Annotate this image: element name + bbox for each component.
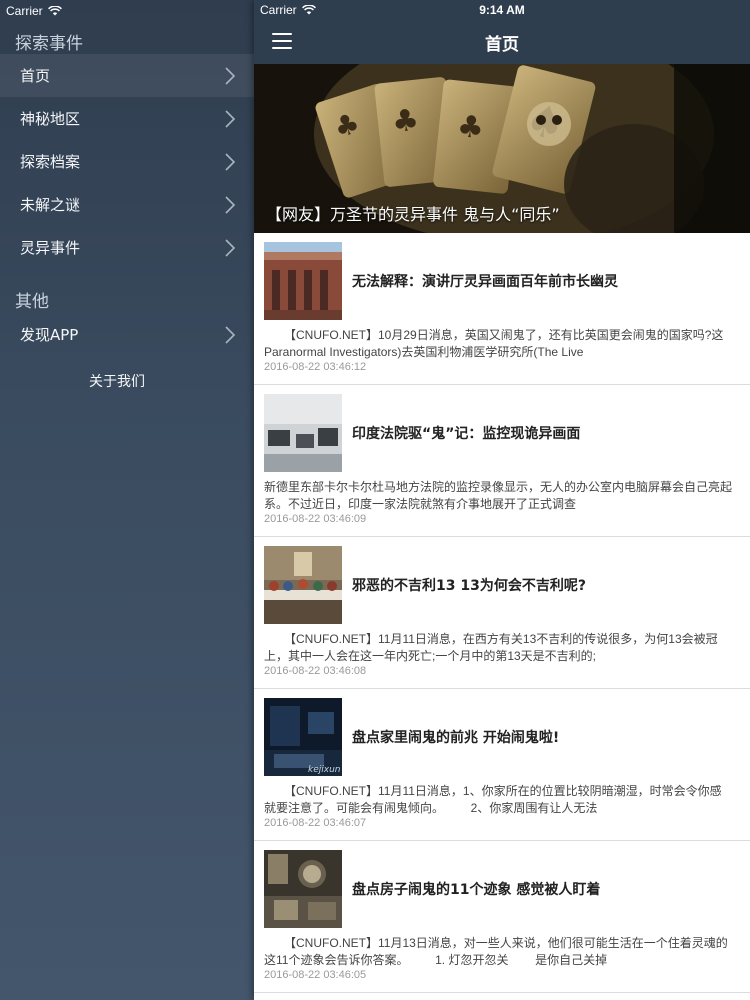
list-item[interactable]: 邪恶的不吉利13 13为何会不吉利呢? 【CNUFO.NET】11月11日消息，…: [254, 537, 750, 689]
chevron-right-icon: [224, 238, 236, 258]
sidebar-item-discover-app[interactable]: 发现APP: [0, 313, 254, 356]
side-menu: Carrier 探索事件 首页 神秘地区 探索档案 未解之谜 灵异事件 其他 发…: [0, 0, 254, 1000]
sidebar-item-label: 首页: [20, 67, 51, 85]
chevron-right-icon: [224, 152, 236, 172]
status-bar: Carrier 9:14 AM: [254, 0, 750, 20]
article-date: 2016-08-22 03:46:12: [264, 361, 367, 373]
chevron-right-icon: [224, 109, 236, 129]
chevron-right-icon: [224, 66, 236, 86]
main-content: Carrier 9:14 AM 首页 ♣ ♣ ♣ ♠: [254, 0, 750, 1000]
article-title: 盘点家里闹鬼的前兆 开始闹鬼啦!: [352, 730, 560, 746]
article-thumbnail: [264, 394, 342, 472]
sidebar-item-label: 神秘地区: [20, 110, 81, 128]
article-summary: 【CNUFO.NET】11月11日消息，在西方有关13不吉利的传说很多，为何13…: [264, 632, 718, 663]
list-item[interactable]: kejixun 盘点家里闹鬼的前兆 开始闹鬼啦! 【CNUFO.NET】11月1…: [254, 689, 750, 841]
about-us-link[interactable]: 关于我们: [0, 371, 234, 391]
featured-banner[interactable]: ♣ ♣ ♣ ♠ 【网友】万圣节的灵异事件 鬼与人“同乐”: [254, 64, 750, 233]
banner-caption: 【网友】万圣节的灵异事件 鬼与人“同乐”: [266, 205, 560, 224]
article-summary: 【CNUFO.NET】11月11日消息，1、你家所在的位置比较阴暗潮湿，时常会令…: [264, 784, 722, 815]
svg-text:♣: ♣: [390, 103, 420, 141]
article-thumbnail: [264, 546, 342, 624]
page-title: 首页: [485, 35, 519, 55]
article-date: 2016-08-22 03:46:07: [264, 817, 367, 829]
sidebar-item-label: 探索档案: [20, 153, 81, 171]
sidebar-item-label: 未解之谜: [20, 196, 81, 214]
article-title: 盘点房子闹鬼的11个迹象 感觉被人盯着: [352, 882, 601, 898]
article-thumbnail: [264, 242, 342, 320]
article-thumbnail: [264, 850, 342, 928]
sidebar-item-mystery-areas[interactable]: 神秘地区: [0, 97, 254, 140]
list-item[interactable]: 印度法院驱“鬼”记：监控现诡异画面 新德里东部卡尔卡尔杜马地方法院的监控录像显示…: [254, 385, 750, 537]
article-thumbnail: kejixun: [264, 698, 342, 776]
chevron-right-icon: [224, 195, 236, 215]
article-summary: 新德里东部卡尔卡尔杜马地方法院的监控录像显示，无人的办公室内电脑屏幕会自己亮起 …: [264, 480, 733, 511]
section-title-other: 其他: [15, 292, 49, 312]
list-item[interactable]: 无法解释：演讲厅灵异画面百年前市长幽灵 【CNUFO.NET】10月29日消息，…: [254, 233, 750, 385]
chevron-right-icon: [224, 325, 236, 345]
svg-text:kejixun: kejixun: [308, 765, 341, 775]
article-date: 2016-08-22 03:46:09: [264, 513, 367, 525]
sidebar-status: Carrier: [6, 3, 62, 19]
article-summary: 【CNUFO.NET】11月13日消息，对一些人来说，他们很可能生活在一个住着灵…: [264, 936, 728, 967]
article-date: 2016-08-22 03:46:05: [264, 969, 367, 981]
sidebar-item-paranormal[interactable]: 灵异事件: [0, 226, 254, 269]
article-title: 无法解释：演讲厅灵异画面百年前市长幽灵: [352, 274, 618, 290]
sidebar-item-label: 发现APP: [20, 326, 79, 344]
sidebar-item-archives[interactable]: 探索档案: [0, 140, 254, 183]
sidebar-item-label: 灵异事件: [20, 239, 81, 257]
article-summary: 【CNUFO.NET】10月29日消息，英国又闹鬼了，还有比英国更会闹鬼的国家吗…: [264, 328, 724, 359]
svg-text:♣: ♣: [455, 109, 485, 147]
article-title: 邪恶的不吉利13 13为何会不吉利呢?: [352, 578, 586, 594]
sidebar-item-unsolved[interactable]: 未解之谜: [0, 183, 254, 226]
carrier-label: Carrier: [6, 4, 43, 18]
section-title-explore: 探索事件: [15, 34, 83, 54]
clock-label: 9:14 AM: [479, 3, 525, 17]
article-title: 印度法院驱“鬼”记：监控现诡异画面: [352, 426, 581, 442]
article-date: 2016-08-22 03:46:08: [264, 665, 367, 677]
list-item[interactable]: 盘点房子闹鬼的11个迹象 感觉被人盯着 【CNUFO.NET】11月13日消息，…: [254, 841, 750, 993]
wifi-icon: [47, 6, 62, 16]
sidebar-item-home[interactable]: 首页: [0, 54, 254, 97]
navigation-bar: Carrier 9:14 AM 首页: [254, 0, 750, 64]
